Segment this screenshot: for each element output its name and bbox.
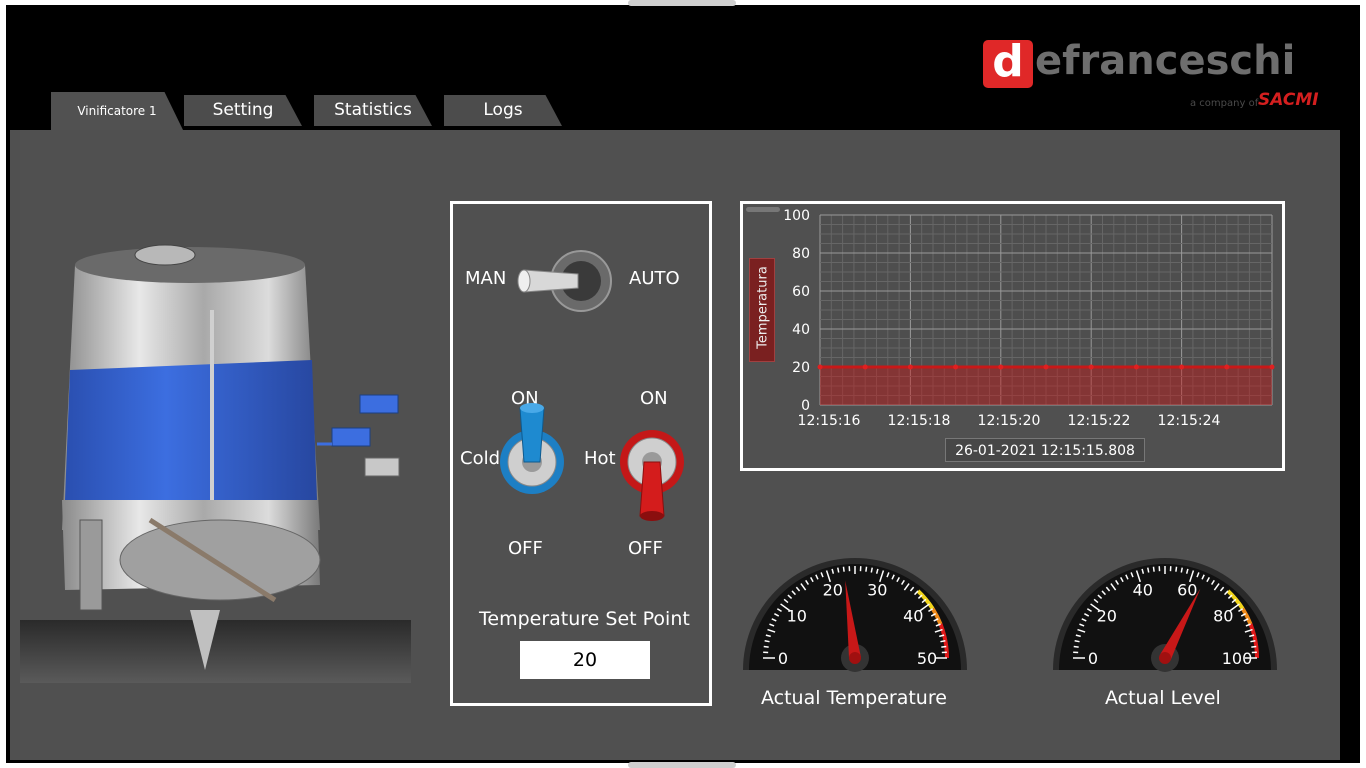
y-tick-label: 20 [792,360,810,376]
man-label: MAN [465,268,507,289]
window-top-handle[interactable] [628,0,736,6]
hot-off-label: OFF [628,538,663,559]
gauge-label: 80 [1213,607,1233,626]
gauge-label: 100 [1222,649,1253,668]
chart-timestamp: 26-01-2021 12:15:15.808 [945,438,1145,462]
parent-company-logo: SACMI [1258,90,1319,110]
cold-label: Cold [460,448,501,469]
gauge-label: 60 [1177,581,1197,600]
gauge-label: 40 [1133,581,1153,600]
gauge-tick [1251,645,1257,648]
data-point [1224,364,1230,370]
gauge-hub [849,652,861,664]
y-tick-label: 60 [792,284,810,300]
gauge-label: 0 [778,649,788,668]
logo-wordmark: efranceschi [1035,38,1296,84]
gauge-tick [842,566,845,572]
gauge-tick [1152,566,1155,572]
gauge-label: 30 [867,581,887,600]
tab-statistics[interactable]: Statistics [314,95,432,126]
series-area [820,367,1272,405]
y-tick-label: 0 [801,398,810,414]
data-point [907,364,913,370]
logo-mark: d [983,40,1033,88]
level-gauge-title: Actual Level [1105,687,1221,709]
hot-toggle-switch[interactable] [618,428,686,528]
gauge-label: 20 [823,581,843,600]
x-tick-label: 12:15:22 [1068,413,1131,429]
gauge-tick [1250,640,1256,643]
tab-label: Logs [483,100,523,120]
gauge-hub [1159,652,1171,664]
gauge-tick [1073,645,1079,648]
level-gauge: 0 20 40 60 80 100 [1053,558,1277,672]
gauge-tick [1074,640,1080,643]
data-point [1269,364,1275,370]
tab-setting[interactable]: Setting [184,95,302,126]
man-auto-switch[interactable] [516,250,616,312]
gauge-tick [763,645,769,648]
temperature-chart-plot: 0 20 40 60 80 100 12:15:16 12:15:18 12:15:20 12:1… [783,208,1275,429]
cold-off-label: OFF [508,538,543,559]
hot-label: Hot [584,448,616,469]
cold-toggle-switch[interactable] [498,398,566,498]
gauge-label: 50 [917,649,937,668]
tab-label: Setting [212,100,274,120]
data-point [1088,364,1094,370]
window-bottom-handle[interactable] [628,762,736,768]
data-point [1133,364,1139,370]
gauge-tick [1175,566,1178,572]
tank-illustration [20,244,411,683]
hot-on-label: ON [640,388,668,409]
gauge-label: 40 [903,607,923,626]
tab-vinificatore-1[interactable]: Vinificatore 1 [51,92,183,130]
setpoint-label: Temperature Set Point [479,608,690,630]
temperature-gauge-title: Actual Temperature [761,687,947,709]
gauge-tick [1180,567,1183,573]
data-point [817,364,823,370]
y-tick-label: 100 [783,208,810,224]
data-point [862,364,868,370]
gauge-tick [940,640,946,643]
gauge-tick [764,640,770,643]
data-point [1043,364,1049,370]
tab-logs[interactable]: Logs [444,95,562,126]
gauge-tick [865,566,868,572]
y-tick-label: 80 [792,246,810,262]
y-tick-label: 40 [792,322,810,338]
gauge-label: 20 [1097,607,1117,626]
x-tick-label: 12:15:20 [978,413,1041,429]
chart-handle[interactable] [746,207,780,212]
gauge-tick [1147,567,1150,573]
data-point [1179,364,1185,370]
y-axis-label: Temperatura [755,266,771,349]
temperature-gauge: 0 10 20 30 40 50 [743,558,967,672]
setpoint-input[interactable] [520,641,650,679]
data-point [953,364,959,370]
gauge-tick [870,567,873,573]
x-tick-label: 12:15:18 [888,413,951,429]
data-point [998,364,1004,370]
gauge-label: 10 [787,607,807,626]
gauge-tick [837,567,840,573]
tab-label: Statistics [334,100,412,120]
x-tick-label: 12:15:24 [1158,413,1221,429]
logo-tagline: a company of [1190,98,1259,109]
tab-label: Vinificatore 1 [77,104,157,118]
x-tick-label: 12:15:16 [798,413,861,429]
gauge-tick [941,645,947,648]
auto-label: AUTO [629,268,680,289]
y-axis-label-box: Temperatura [749,258,775,362]
gauge-label: 0 [1088,649,1098,668]
